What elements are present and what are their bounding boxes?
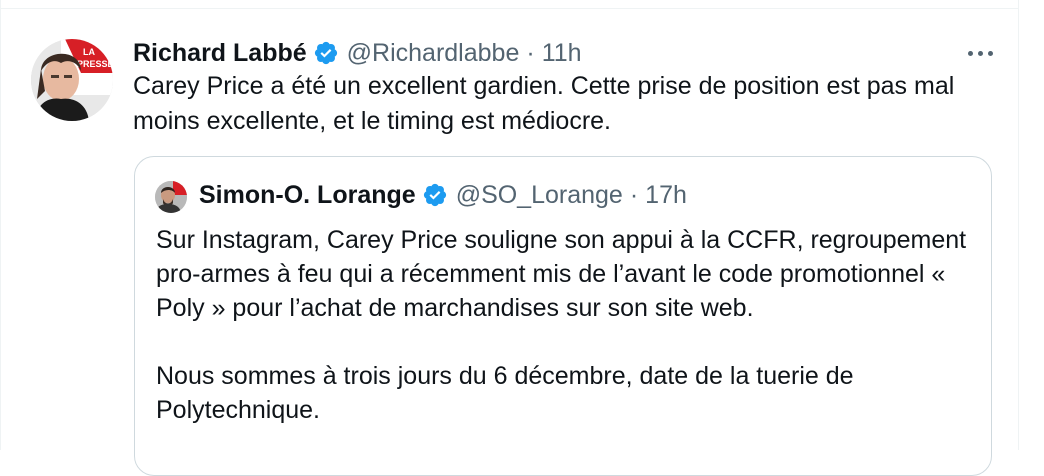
quoted-paragraph: Nous sommes à trois jours du 6 décembre,… [156,362,854,424]
tweet-text: Carey Price a été un excellent gardien. … [133,72,955,135]
verified-badge-icon [313,40,339,66]
quoted-paragraph: Sur Instagram, Carey Price souligne son … [156,226,967,322]
quoted-tweet-text: Sur Instagram, Carey Price souligne son … [156,223,976,427]
quoted-tweet[interactable]: Simon-O. Lorange @SO_Lorange · 17h Sur I… [134,156,992,476]
more-options-icon[interactable] [960,41,1000,65]
quoted-tweet-header: Simon-O. Lorange @SO_Lorange · 17h [199,177,687,213]
verified-badge-icon [422,182,448,208]
tweet[interactable]: LA PRESSE Richard Labbé @Richardlabbe · … [0,9,1018,476]
author-handle[interactable]: @Richardlabbe [347,39,520,68]
separator-dot: · [526,38,535,67]
svg-text:PRESSE: PRESSE [77,59,113,69]
top-divider [0,0,1019,9]
tweet-header: Richard Labbé @Richardlabbe · 11h [133,35,582,71]
quoted-author-name: Simon-O. Lorange [199,180,416,209]
tweet-timestamp[interactable]: 11h [542,39,582,68]
more-dot [977,50,983,56]
avatar-badge-logo: LA [83,47,95,57]
separator-dot: · [629,180,639,209]
quoted-tweet-timestamp: 17h [645,180,687,209]
quoted-author-avatar [155,181,187,213]
author-name[interactable]: Richard Labbé [133,39,307,68]
author-avatar[interactable]: LA PRESSE [31,39,113,121]
more-dot [987,50,993,56]
more-dot [967,50,973,56]
quoted-author-handle: @SO_Lorange [455,180,623,209]
timeline-right-border [1018,0,1019,450]
